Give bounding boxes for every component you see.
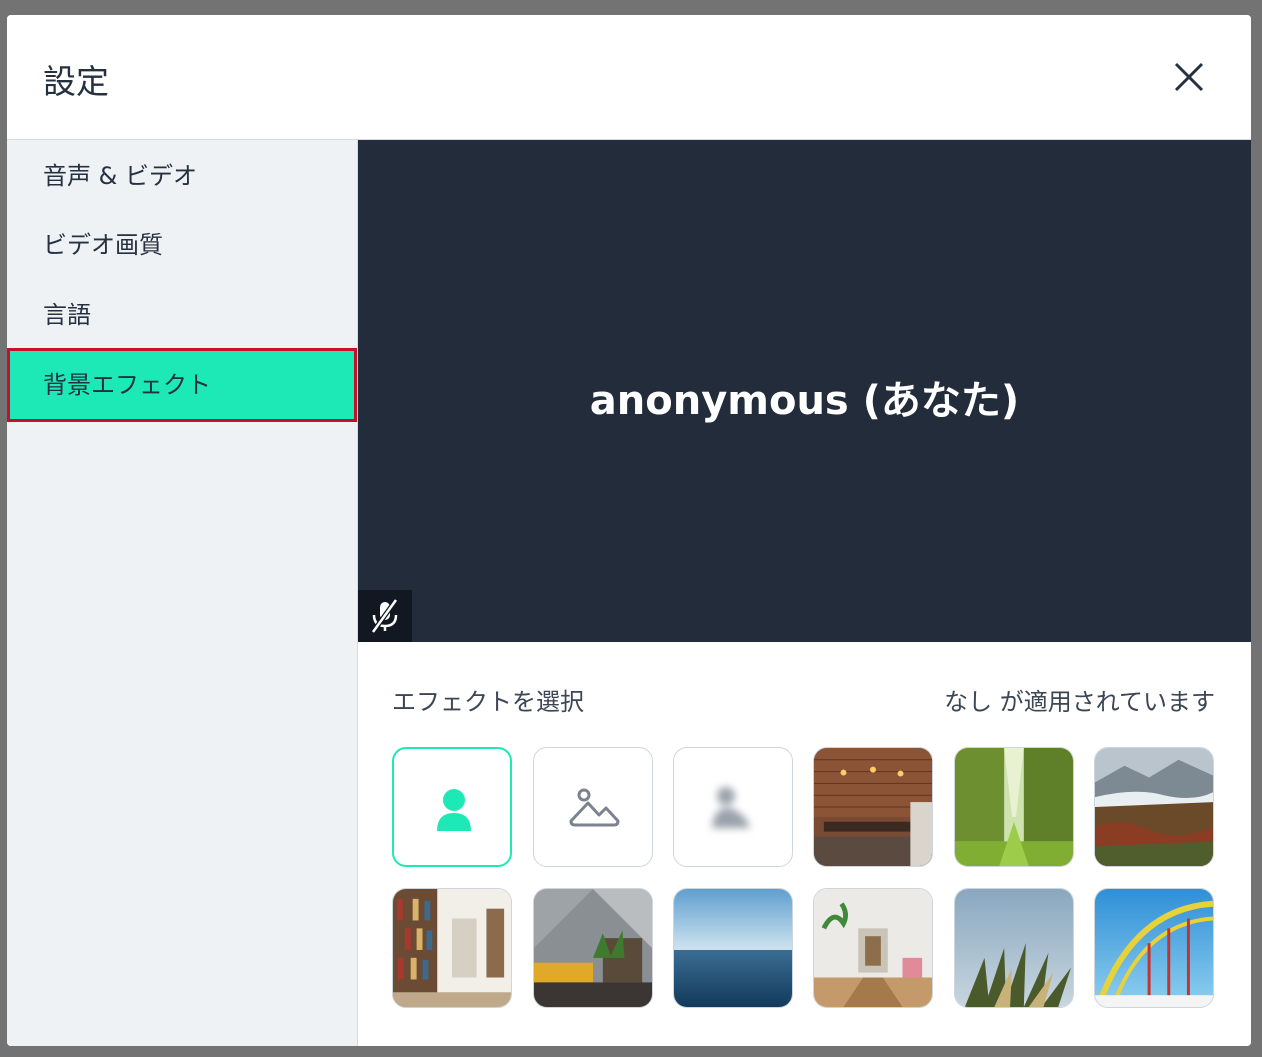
modal-header: 設定 [7, 15, 1251, 140]
living-room-plant-thumbnail [534, 889, 652, 1007]
brick-wall-room-thumbnail [814, 748, 932, 866]
sidebar-item-label: ビデオ画質 [43, 231, 163, 259]
modal-title: 設定 [43, 62, 109, 101]
sidebar-item-video-quality[interactable]: ビデオ画質 [7, 216, 357, 274]
video-preview: anonymous (あなた) [358, 140, 1251, 642]
effect-rollercoaster-option[interactable] [1094, 888, 1214, 1008]
effect-image-option[interactable] [533, 747, 653, 867]
bright-hallway-thumbnail [814, 889, 932, 1007]
effect-none-option[interactable] [392, 747, 512, 867]
rollercoaster-sky-thumbnail [1095, 889, 1213, 1007]
effect-brick-room-option[interactable] [813, 747, 933, 867]
effect-library-option[interactable] [392, 888, 512, 1008]
sidebar-item-label: 背景エフェクト [43, 371, 211, 399]
sidebar-item-audio-video[interactable]: 音声 & ビデオ [7, 147, 357, 205]
mic-status-badge [358, 590, 412, 642]
settings-modal: 設定 音声 & ビデオ ビデオ画質 言語 背景エフェクト anonymous (… [7, 15, 1251, 1046]
effect-blur-option[interactable] [673, 747, 793, 867]
sidebar-item-label: 音声 & ビデオ [43, 162, 197, 190]
library-bookshelf-thumbnail [393, 889, 511, 1007]
participant-name: anonymous (あなた) [589, 378, 1020, 424]
tree-lined-path-thumbnail [955, 748, 1073, 866]
mountain-autumn-thumbnail [1095, 748, 1213, 866]
effects-status: なし が適用されています [944, 688, 1215, 716]
effects-label: エフェクトを選択 [392, 688, 584, 716]
effect-palm-option[interactable] [954, 888, 1074, 1008]
palm-leaves-sky-thumbnail [955, 889, 1073, 1007]
mic-off-icon [370, 598, 399, 634]
blur-icon [712, 787, 750, 828]
sidebar-item-label: 言語 [43, 301, 91, 329]
sidebar-item-background-effects[interactable]: 背景エフェクト [7, 348, 357, 422]
ocean-horizon-thumbnail [674, 889, 792, 1007]
background-image-icon [569, 788, 620, 827]
person-icon [437, 789, 471, 831]
effect-ocean-option[interactable] [673, 888, 793, 1008]
sidebar-item-language[interactable]: 言語 [7, 286, 357, 344]
close-button[interactable] [1169, 57, 1209, 97]
effects-panel: エフェクトを選択 なし が適用されています [358, 642, 1251, 1046]
effect-forest-path-option[interactable] [954, 747, 1074, 867]
close-icon [1174, 62, 1204, 92]
effect-living-room-option[interactable] [533, 888, 653, 1008]
settings-sidebar: 音声 & ビデオ ビデオ画質 言語 背景エフェクト [7, 140, 358, 1046]
effect-hallway-option[interactable] [813, 888, 933, 1008]
effect-mountain-option[interactable] [1094, 747, 1214, 867]
